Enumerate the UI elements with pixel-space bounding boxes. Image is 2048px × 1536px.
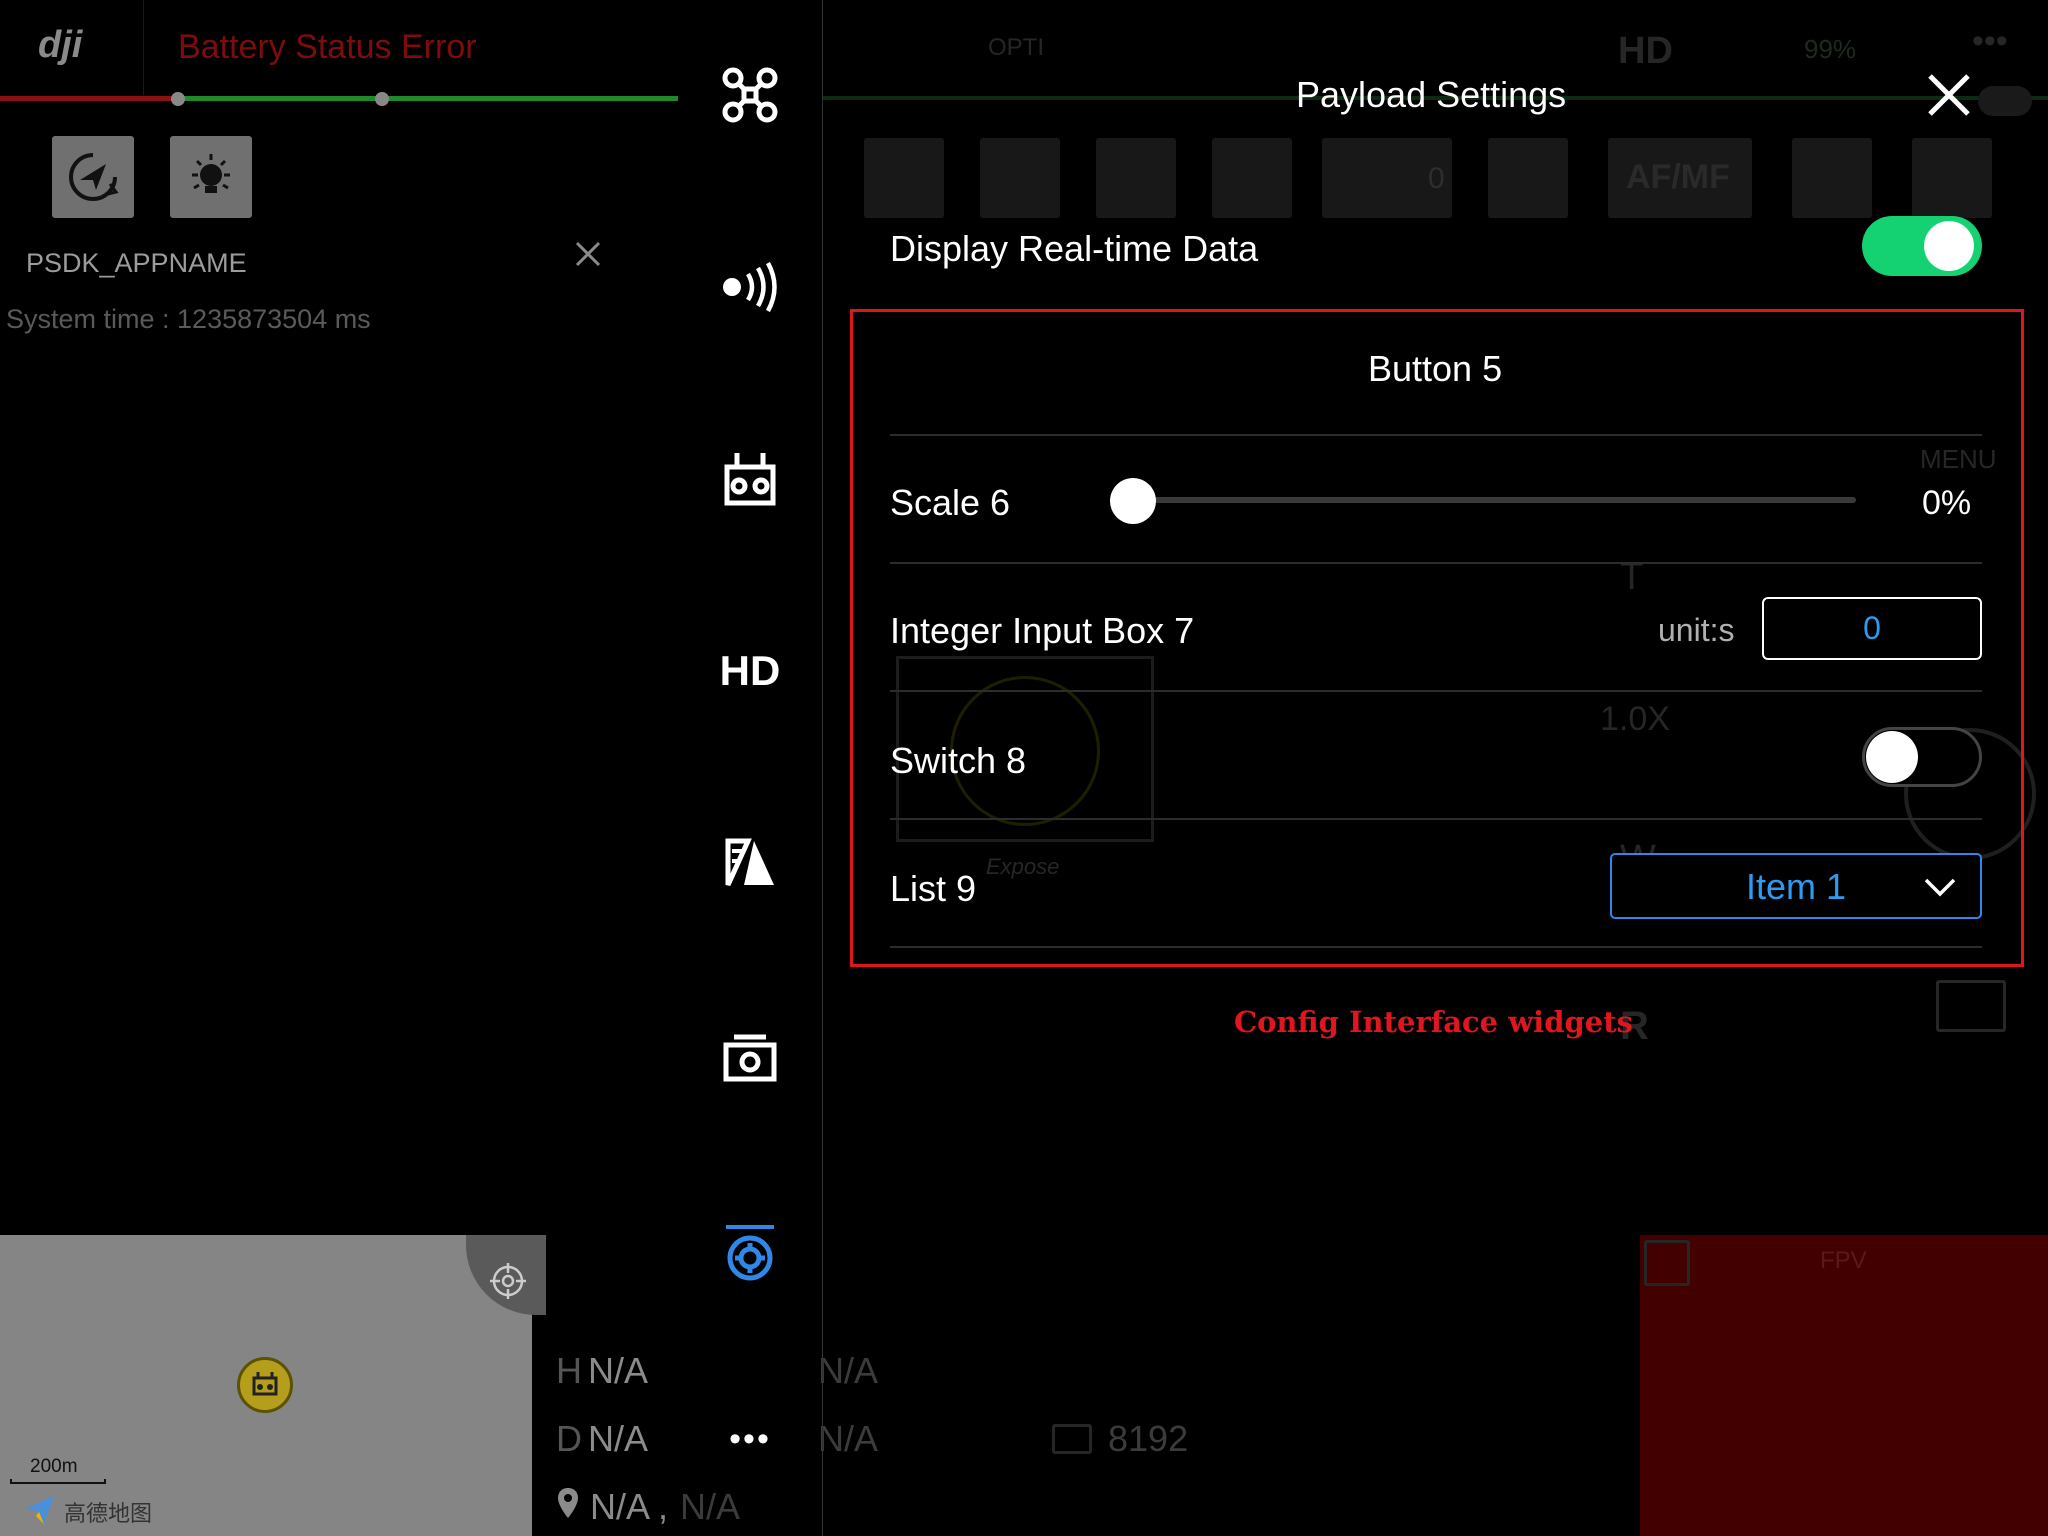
mini-map[interactable]: [0, 1235, 532, 1536]
app-name: PSDK_APPNAME: [26, 248, 247, 278]
remote-controller-marker-icon: [237, 1357, 293, 1413]
row-divider: [890, 562, 1982, 564]
switch-8-toggle-knob: [1866, 731, 1918, 783]
status-dot: [375, 92, 389, 106]
bg-tool: [980, 138, 1060, 218]
close-icon[interactable]: [1926, 72, 1972, 118]
map-scale-label: 200m: [30, 1456, 78, 1477]
payload-settings-title: Payload Settings: [1296, 74, 1567, 115]
system-time: System time : 1235873504 ms: [6, 304, 371, 334]
more-icon[interactable]: •••: [715, 1404, 785, 1474]
close-icon[interactable]: [572, 238, 604, 270]
integer-input-7-field[interactable]: [1762, 597, 1982, 660]
status-dot: [171, 92, 185, 106]
settings-icon[interactable]: [715, 1218, 785, 1288]
bg-collapse-pill: [1978, 86, 2032, 116]
battery-status-error[interactable]: Battery Status Error: [178, 28, 477, 67]
column-divider: [822, 0, 823, 1536]
height-label: H: [556, 1350, 582, 1391]
scale-6-label: Scale 6: [890, 482, 1011, 523]
integer-input-7-label: Integer Input Box 7: [890, 610, 1195, 651]
bg-hd-label: HD: [1618, 30, 1673, 72]
location-pin-icon: [556, 1486, 580, 1520]
bg-af-mf: AF/MF: [1626, 158, 1730, 196]
distance-label: D: [556, 1418, 582, 1459]
bg-tool: [864, 138, 944, 218]
bg-tool: [1212, 138, 1292, 218]
status-line-green: [178, 96, 678, 101]
map-brand-icon: [24, 1494, 56, 1526]
bg-tool: [1792, 138, 1872, 218]
bg-opti-label: OPTI: [988, 34, 1045, 61]
bg-more-icon: •••: [1972, 22, 2008, 60]
location-value: N/A ,: [590, 1486, 669, 1527]
bg-layers-icon: [1644, 1240, 1690, 1286]
row-divider: [890, 434, 1982, 436]
aircraft-icon[interactable]: [715, 60, 785, 130]
light-bulb-icon: [192, 154, 230, 193]
bg-playback-icon: [1936, 980, 2006, 1032]
right-height-value: N/A: [818, 1350, 879, 1391]
remote-controller-icon[interactable]: [715, 444, 785, 514]
bg-tool: [1488, 138, 1568, 218]
status-line-red: [0, 96, 178, 101]
bg-battery-pct: 99%: [1804, 34, 1857, 64]
scale-6-slider-track[interactable]: [1132, 497, 1856, 503]
distance-value: N/A: [588, 1418, 649, 1459]
bg-fpv-view: FPV: [1640, 1235, 2048, 1536]
camera-icon[interactable]: [715, 1022, 785, 1092]
bg-tool: [1096, 138, 1176, 218]
battery-icon[interactable]: [715, 828, 785, 898]
scale-6-value: 0%: [1922, 484, 1972, 522]
chevron-down-icon: [1922, 872, 1958, 900]
bg-tool: [1912, 138, 1992, 218]
light-button[interactable]: [170, 136, 252, 218]
return-home-icon: [69, 153, 119, 201]
list-9-label: List 9: [890, 868, 977, 909]
row-divider: [890, 946, 1982, 948]
location-value-secondary: N/A: [680, 1486, 741, 1527]
map-scale-bar: [10, 1479, 106, 1484]
sd-card-icon: [1052, 1424, 1092, 1454]
storage-value: 8192: [1108, 1418, 1189, 1459]
signal-icon[interactable]: [715, 252, 785, 322]
bg-fpv-label: FPV: [1820, 1247, 1867, 1274]
right-distance-value: N/A: [818, 1418, 879, 1459]
hd-icon[interactable]: HD: [715, 636, 785, 706]
integer-input-7-unit: unit:s: [1658, 612, 1735, 648]
realtime-data-toggle-knob: [1924, 221, 1974, 271]
config-caption: Config Interface widgets: [1234, 1005, 1633, 1039]
row-divider: [890, 818, 1982, 820]
dji-logo: dji: [0, 0, 144, 95]
logo-text: dji: [38, 24, 83, 66]
height-value: N/A: [588, 1350, 649, 1391]
return-home-button[interactable]: [52, 136, 134, 218]
button-5[interactable]: Button 5: [1368, 348, 1502, 390]
map-brand: 高德地图: [64, 1501, 153, 1526]
crosshair-icon: [490, 1263, 526, 1299]
bg-ev-value: 0: [1428, 162, 1445, 195]
switch-8-label: Switch 8: [890, 740, 1027, 781]
hd-label: HD: [719, 647, 781, 694]
realtime-data-label: Display Real-time Data: [890, 228, 1259, 269]
more-label: •••: [729, 1419, 771, 1458]
scale-6-slider-knob[interactable]: [1110, 478, 1156, 524]
row-divider: [890, 690, 1982, 692]
